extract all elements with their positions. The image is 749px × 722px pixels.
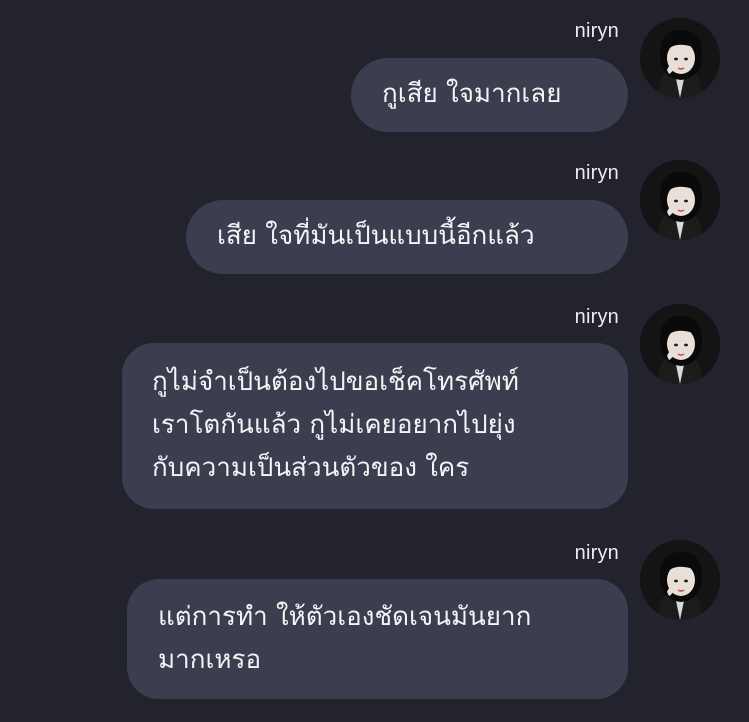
message-text-line: กูไม่จำเป็นต้องไปขอเช็คโทรศัพท์ [152, 367, 519, 397]
avatar[interactable] [640, 160, 720, 240]
message-text-line: เราโตกันแล้ว กูไม่เคยอยากไปยุ่ง [152, 410, 516, 440]
message-text-line: กับความเป็นส่วนตัวของ ใคร [152, 453, 470, 483]
sender-name: niryn [574, 162, 619, 184]
chat-thread: niryn กูเสีย ใจมากเลย niryn เสีย ใจที่มั… [0, 0, 749, 722]
avatar[interactable] [640, 18, 720, 98]
message-text: เสีย ใจที่มันเป็นแบบนี้อีกแล้ว [217, 221, 535, 251]
sender-name: niryn [574, 20, 619, 42]
message-text-line: แต่การทำ ให้ตัวเองชัดเจนมันยาก [158, 602, 532, 632]
avatar-image [640, 304, 720, 384]
avatar-image [640, 18, 720, 98]
message-bubble[interactable]: กูไม่จำเป็นต้องไปขอเช็คโทรศัพท์ เราโตกัน… [122, 343, 628, 509]
avatar[interactable] [640, 304, 720, 384]
avatar-image [640, 160, 720, 240]
sender-name: niryn [574, 542, 619, 564]
message-bubble[interactable]: กูเสีย ใจมากเลย [351, 58, 628, 132]
message-text-line: มากเหรอ [158, 645, 262, 675]
avatar-image [640, 540, 720, 620]
message-text: กูเสีย ใจมากเลย [382, 79, 562, 109]
avatar[interactable] [640, 540, 720, 620]
message-bubble[interactable]: เสีย ใจที่มันเป็นแบบนี้อีกแล้ว [186, 200, 628, 274]
message-bubble[interactable]: แต่การทำ ให้ตัวเองชัดเจนมันยาก มากเหรอ [127, 579, 628, 699]
sender-name: niryn [574, 306, 619, 328]
